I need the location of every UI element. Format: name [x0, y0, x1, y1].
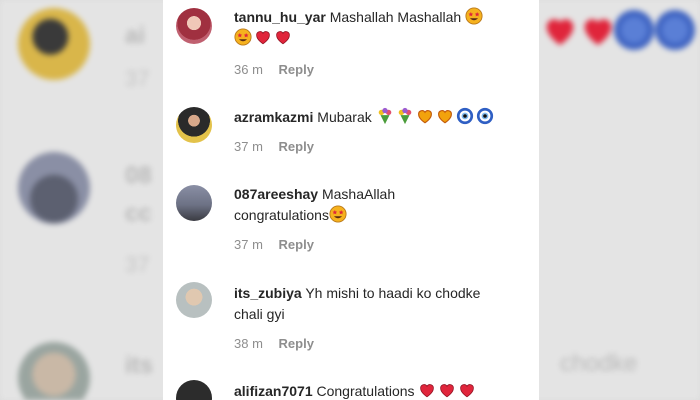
comment-message: Congratulations [316, 383, 415, 399]
comments-panel: tannu_hu_yar Mashallah Mashallah 36 m Re… [163, 0, 539, 400]
comment-message: Yh mishi to haadi ko chodke [305, 285, 481, 301]
reply-button[interactable]: Reply [279, 336, 314, 351]
comment-message-line2: congratulations [234, 207, 329, 223]
heart-icon [418, 381, 436, 399]
star-struck-icon [465, 7, 483, 25]
star-struck-icon [234, 28, 252, 46]
comment-time: 37 m [234, 139, 263, 154]
heart-icon [254, 28, 272, 46]
comment-text: 087areeshay MashaAllah congratulations [234, 184, 533, 226]
username[interactable]: 087areeshay [234, 186, 318, 202]
username[interactable]: tannu_hu_yar [234, 9, 326, 25]
evil-eye-icon [476, 107, 494, 125]
comment-message: Mashallah Mashallah [329, 9, 462, 25]
username[interactable]: alifizan7071 [234, 383, 313, 399]
reply-button[interactable]: Reply [279, 139, 314, 154]
comment-message: Mubarak [317, 109, 372, 125]
avatar[interactable] [176, 8, 212, 44]
reply-button[interactable]: Reply [279, 62, 314, 77]
avatar[interactable] [176, 282, 212, 318]
avatar[interactable] [176, 107, 212, 143]
heart-icon [458, 381, 476, 399]
comment-text: alifizan7071 Congratulations [234, 381, 533, 400]
comment-time: 38 m [234, 336, 263, 351]
comment-text: azramkazmi Mubarak [234, 107, 533, 128]
heart-icon [416, 107, 434, 125]
avatar[interactable] [176, 185, 212, 221]
avatar[interactable] [176, 380, 212, 400]
heart-icon [438, 381, 456, 399]
star-struck-icon [329, 205, 347, 223]
comment-time: 36 m [234, 62, 263, 77]
username[interactable]: its_zubiya [234, 285, 302, 301]
evil-eye-icon [456, 107, 474, 125]
username[interactable]: azramkazmi [234, 109, 313, 125]
bouquet-icon [396, 107, 414, 125]
comment-time: 37 m [234, 237, 263, 252]
reply-button[interactable]: Reply [279, 237, 314, 252]
bouquet-icon [376, 107, 394, 125]
comment-text: its_zubiya Yh mishi to haadi ko chodke c… [234, 283, 533, 325]
comment-message-line2: chali gyi [234, 306, 285, 322]
heart-icon [436, 107, 454, 125]
comment-text: tannu_hu_yar Mashallah Mashallah [234, 7, 533, 49]
comment-message: MashaAllah [321, 186, 396, 202]
heart-icon [274, 28, 292, 46]
